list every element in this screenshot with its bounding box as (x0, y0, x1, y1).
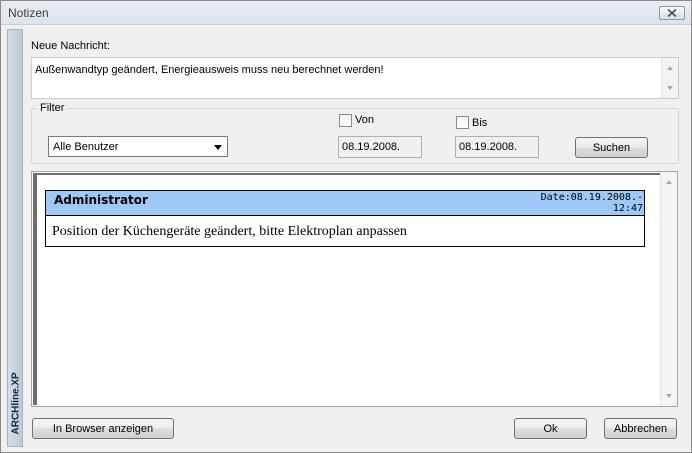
user-filter-value: Alle Benutzer (53, 141, 119, 153)
filter-legend: Filter (37, 102, 68, 114)
notes-list[interactable]: Administrator Date:08.19.2008.- 12:47 Po… (31, 171, 678, 407)
brand-label: ARCHline.XP (10, 372, 22, 435)
cancel-button[interactable]: Abbrechen (604, 418, 677, 439)
scroll-up-icon[interactable] (666, 180, 672, 184)
window-title: Notizen (8, 6, 49, 20)
chevron-down-icon (214, 145, 222, 150)
note-date-line: Date:08.19.2008.- (540, 192, 643, 203)
message-scrollbar[interactable] (661, 58, 678, 98)
from-checkbox[interactable] (339, 114, 352, 127)
to-label: Bis (472, 117, 488, 129)
scroll-down-icon[interactable] (666, 394, 672, 398)
brand-strip: ARCHline.XP (7, 29, 23, 447)
scroll-up-icon[interactable] (667, 66, 673, 70)
new-message-label: Neue Nachricht: (31, 40, 110, 52)
close-button[interactable] (659, 6, 685, 20)
note-header: Administrator Date:08.19.2008.- 12:47 (46, 191, 644, 216)
note-author: Administrator (54, 193, 148, 207)
scroll-down-icon[interactable] (667, 86, 673, 90)
user-filter-select[interactable]: Alle Benutzer (48, 136, 228, 157)
to-checkbox[interactable] (456, 116, 469, 129)
open-in-browser-button[interactable]: In Browser anzeigen (32, 418, 174, 439)
notes-frame-top (33, 173, 660, 175)
from-label: Von (355, 114, 374, 126)
note-text: Position der Küchengeräte geändert, bitt… (52, 224, 407, 239)
note-time-line: 12:47 (612, 203, 643, 214)
close-icon (667, 9, 677, 17)
to-date-value: 08.19.2008. (459, 141, 518, 153)
notes-frame-left (33, 173, 37, 405)
to-date-field[interactable]: 08.19.2008. (455, 136, 539, 158)
note-date: Date:08.19.2008.- 12:47 (523, 192, 643, 214)
notizen-dialog: Notizen ARCHline.XP Neue Nachricht: Auße… (0, 0, 692, 453)
note-item[interactable]: Administrator Date:08.19.2008.- 12:47 Po… (45, 190, 645, 247)
new-message-input[interactable]: Außenwandtyp geändert, Energieausweis mu… (31, 57, 679, 99)
from-date-value: 08.19.2008. (342, 141, 401, 153)
search-button[interactable]: Suchen (575, 137, 648, 158)
ok-button[interactable]: Ok (514, 418, 587, 439)
new-message-text: Außenwandtyp geändert, Energieausweis mu… (35, 64, 384, 76)
notes-scrollbar[interactable] (660, 172, 677, 406)
title-bar[interactable]: Notizen (1, 1, 691, 25)
from-date-field[interactable]: 08.19.2008. (338, 136, 422, 158)
